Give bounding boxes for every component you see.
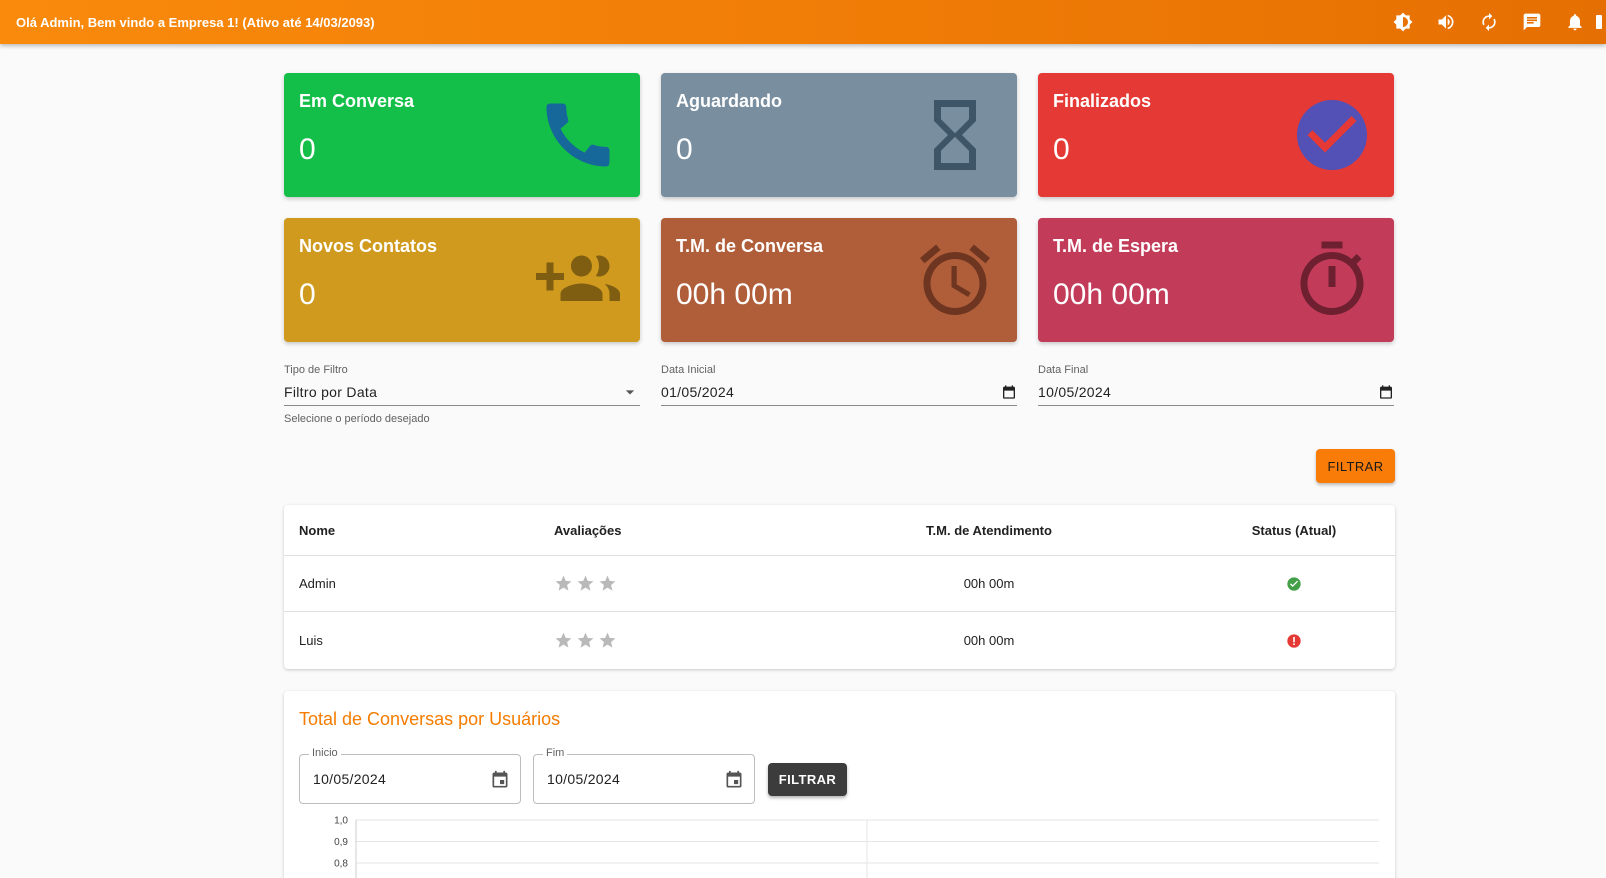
- status-cell: [1204, 576, 1384, 592]
- card-title: Em Conversa: [299, 91, 415, 111]
- calendar-icon[interactable]: [724, 770, 744, 790]
- dropdown-arrow-icon[interactable]: [620, 382, 640, 402]
- y-tick-label: 1,0: [334, 816, 348, 827]
- user-name: Admin: [299, 576, 336, 591]
- notifications-button[interactable]: [1553, 0, 1596, 44]
- chart-end-field[interactable]: Fim 10/05/2024: [533, 747, 755, 804]
- calendar-icon[interactable]: [1378, 384, 1394, 400]
- theme-toggle-icon: [1393, 12, 1412, 32]
- end-date-input[interactable]: 10/05/2024: [1038, 380, 1394, 406]
- card-title: T.M. de Conversa: [676, 236, 824, 256]
- user-name: Luis: [299, 633, 323, 648]
- card-tm-conversa: T.M. de Conversa 00h 00m: [661, 218, 1017, 342]
- volume-button[interactable]: [1424, 0, 1467, 44]
- star-icon: [577, 575, 594, 591]
- user-tm: 00h 00m: [963, 576, 1015, 591]
- end-date-value: 10/05/2024: [1038, 383, 1112, 400]
- card-value: 0: [299, 133, 316, 166]
- check-circle-icon: [1297, 100, 1367, 170]
- chart-card: Total de Conversas por Usuários Inicio 1…: [284, 691, 1395, 878]
- star-icon: [599, 575, 616, 591]
- card-tm-espera: T.M. de Espera 00h 00m: [1038, 218, 1394, 342]
- bell-icon: [1567, 14, 1582, 31]
- header-tm-atendimento: T.M. de Atendimento: [926, 522, 1052, 538]
- star-icon: [577, 632, 594, 648]
- refresh-button[interactable]: [1467, 0, 1510, 44]
- hourglass-icon: [934, 100, 976, 170]
- users-table: Nome Avaliações T.M. de Atendimento Stat…: [284, 505, 1395, 669]
- top-app-bar: Olá Admin, Bem vindo a Empresa 1! (Ativo…: [0, 0, 1606, 44]
- header-actions: [1381, 0, 1606, 44]
- filter-type-help: Selecione o período desejado: [284, 413, 430, 425]
- start-date-input[interactable]: 01/05/2024: [661, 380, 1017, 406]
- start-date-label: Data Inicial: [661, 364, 716, 376]
- chart-title: Total de Conversas por Usuários: [299, 709, 561, 729]
- chart-start-value[interactable]: 10/05/2024: [313, 771, 386, 787]
- group-add-icon: [536, 255, 620, 301]
- card-finalizados: Finalizados 0: [1038, 73, 1394, 197]
- table-row: Admin 00h 00m: [284, 556, 1395, 612]
- star-icon: [599, 632, 616, 648]
- card-em-conversa: Em Conversa 0: [284, 73, 640, 197]
- phone-icon: [546, 103, 610, 167]
- chat-button[interactable]: [1510, 0, 1553, 44]
- status-offline-icon: [1287, 633, 1301, 648]
- chart-end-value[interactable]: 10/05/2024: [547, 771, 620, 787]
- card-title: T.M. de Espera: [1053, 236, 1179, 256]
- card-value: 00h 00m: [676, 278, 793, 311]
- card-value: 00h 00m: [1053, 278, 1170, 311]
- card-title: Novos Contatos: [299, 236, 438, 256]
- chart-filter-button[interactable]: FILTRAR: [768, 763, 847, 796]
- rating-stars: [554, 574, 617, 593]
- start-date-value: 01/05/2024: [661, 383, 735, 400]
- end-date-field[interactable]: Data Final 10/05/2024: [1038, 364, 1394, 406]
- calendar-icon[interactable]: [490, 770, 510, 790]
- card-aguardando: Aguardando 0: [661, 73, 1017, 197]
- filter-type-field[interactable]: Tipo de Filtro Filtro por Data Selecione…: [284, 364, 640, 425]
- chart-end-label: Fim: [543, 747, 568, 759]
- timer-icon: [1300, 241, 1364, 315]
- status-online-icon: [1287, 576, 1301, 591]
- header-status: Status (Atual): [1251, 522, 1337, 538]
- filter-type-label: Tipo de Filtro: [284, 364, 348, 376]
- header-nome: Nome: [299, 522, 336, 538]
- card-value: 0: [676, 133, 693, 166]
- theme-toggle-button[interactable]: [1381, 0, 1424, 44]
- end-date-label: Data Final: [1038, 364, 1089, 376]
- menu-edge-icon[interactable]: [1596, 0, 1606, 44]
- start-date-field[interactable]: Data Inicial 01/05/2024: [661, 364, 1017, 406]
- filter-type-select[interactable]: Filtro por Data: [284, 380, 640, 406]
- chart-start-field[interactable]: Inicio 10/05/2024: [299, 747, 521, 804]
- header-avaliacoes: Avaliações: [554, 522, 622, 538]
- card-title: Finalizados: [1053, 91, 1152, 111]
- y-tick-label: 0,9: [334, 837, 348, 848]
- calendar-icon[interactable]: [1001, 384, 1017, 400]
- card-value: 0: [1053, 133, 1070, 166]
- table-row: Luis 00h 00m: [284, 612, 1395, 669]
- chart-start-label: Inicio: [309, 747, 341, 759]
- card-novos-contatos: Novos Contatos 0: [284, 218, 640, 342]
- status-cell: [1204, 633, 1384, 649]
- y-tick-label: 0,8: [334, 859, 348, 870]
- filter-type-value: Filtro por Data: [284, 383, 378, 400]
- volume-icon: [1438, 14, 1453, 30]
- card-title: Aguardando: [676, 91, 782, 111]
- filter-button[interactable]: FILTRAR: [1316, 449, 1395, 483]
- alarm-icon: [920, 244, 990, 315]
- star-icon: [555, 575, 572, 591]
- greeting-text: Olá Admin, Bem vindo a Empresa 1! (Ativo…: [16, 14, 375, 30]
- card-value: 0: [299, 278, 316, 311]
- table-header-row: Nome Avaliações T.M. de Atendimento Stat…: [284, 505, 1395, 556]
- star-icon: [555, 632, 572, 648]
- user-tm: 00h 00m: [963, 633, 1015, 648]
- rating-stars: [554, 631, 617, 650]
- refresh-icon: [1481, 12, 1496, 32]
- conversations-chart: 1,0 0,9 0,8: [334, 816, 1379, 878]
- chat-icon: [1523, 13, 1540, 31]
